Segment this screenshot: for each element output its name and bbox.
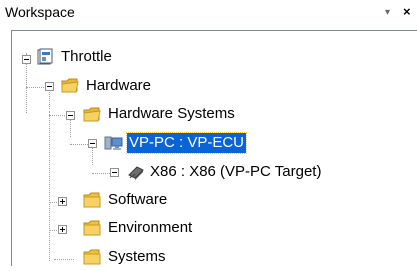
panel-title-bar: Workspace ▾ × (0, 0, 417, 24)
tree-node-vp-pc[interactable]: VP-PC : VP-ECU (125, 132, 248, 154)
folder-icon (82, 248, 102, 271)
tree-node-hardware[interactable]: Hardware (86, 76, 151, 96)
folder-icon (60, 76, 80, 99)
folder-icon (82, 105, 102, 128)
collapse-toggle-hardware-systems[interactable] (66, 111, 75, 120)
collapse-toggle-x86[interactable] (110, 168, 119, 177)
workspace-tree[interactable]: Throttle Hardware Hardware Systems VP-PC… (11, 30, 417, 266)
tree-node-throttle[interactable]: Throttle (61, 47, 112, 67)
project-icon (36, 48, 54, 71)
tree-node-systems[interactable]: Systems (108, 247, 166, 267)
tree-node-hardware-systems[interactable]: Hardware Systems (108, 104, 235, 124)
tree-node-environment[interactable]: Environment (108, 218, 192, 238)
tree-node-software[interactable]: Software (108, 190, 167, 210)
collapse-toggle-hardware[interactable] (45, 82, 54, 91)
collapse-toggle-vp-pc[interactable] (88, 139, 97, 148)
panel-title: Workspace (5, 4, 75, 20)
chip-icon (126, 164, 146, 185)
dropdown-icon[interactable]: ▾ (385, 7, 390, 18)
workspace-panel: Workspace ▾ × Throttle Hardware Hardware… (0, 0, 417, 266)
tree-node-x86[interactable]: X86 : X86 (VP-PC Target) (150, 162, 321, 182)
folder-icon (82, 219, 102, 242)
expand-toggle-environment[interactable] (58, 225, 67, 234)
folder-icon (82, 191, 102, 214)
close-icon[interactable]: × (403, 4, 411, 19)
collapse-toggle-throttle[interactable] (22, 55, 31, 64)
expand-toggle-software[interactable] (58, 197, 67, 206)
computer-icon (104, 134, 124, 157)
